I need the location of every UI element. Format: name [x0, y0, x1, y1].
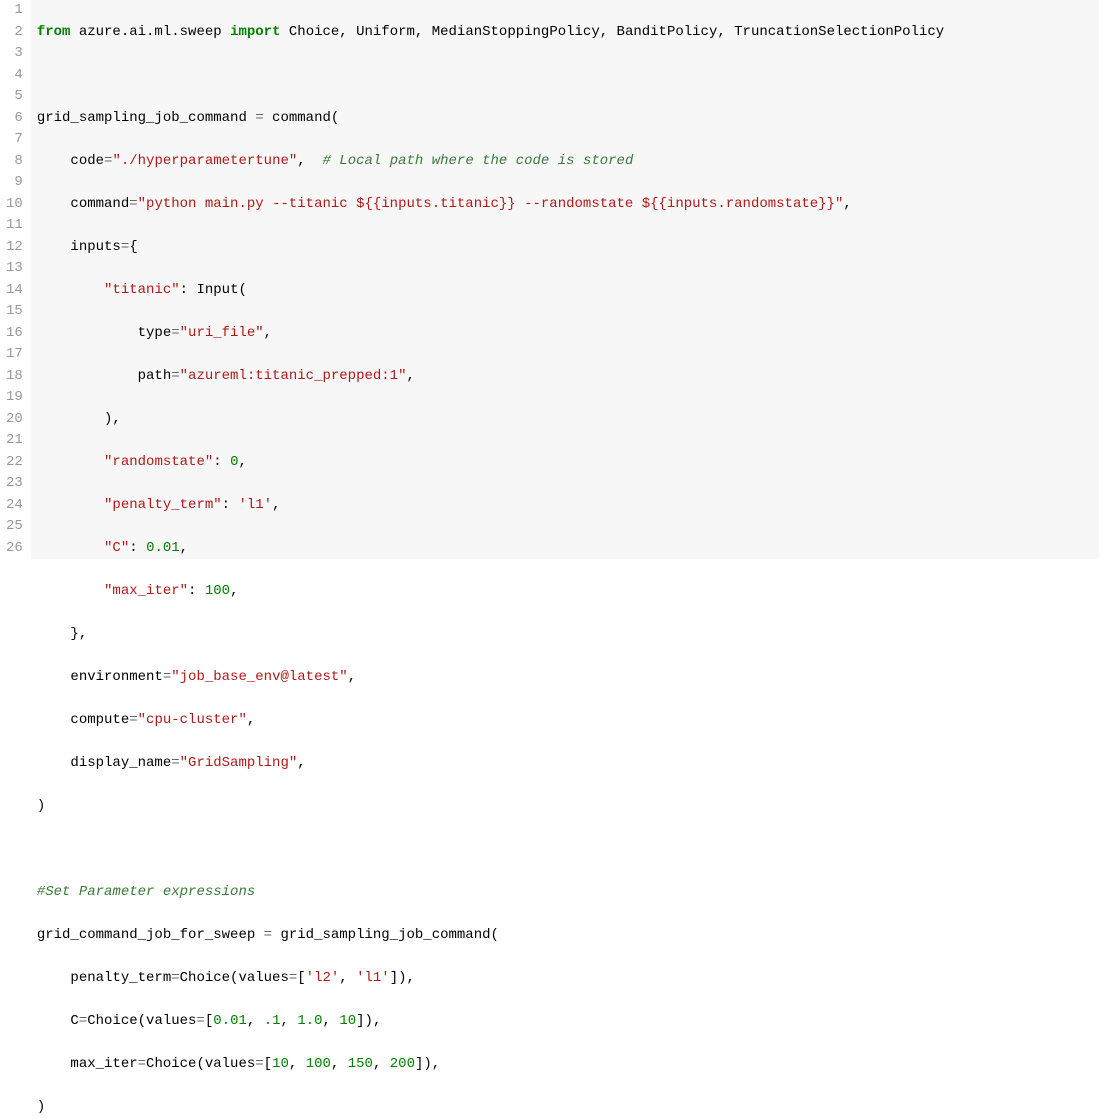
line-number: 22 [6, 452, 23, 474]
code-line[interactable]: "titanic": Input( [37, 280, 1099, 302]
code-line[interactable]: "C": 0.01, [37, 538, 1099, 560]
code-line[interactable]: command="python main.py --titanic ${{inp… [37, 194, 1099, 216]
line-number: 19 [6, 387, 23, 409]
code-line[interactable]: "randomstate": 0, [37, 452, 1099, 474]
code-line[interactable]: code="./hyperparametertune", # Local pat… [37, 151, 1099, 173]
line-number: 12 [6, 237, 23, 259]
line-number: 24 [6, 495, 23, 517]
code-content[interactable]: from azure.ai.ml.sweep import Choice, Un… [31, 0, 1099, 559]
code-line[interactable] [37, 65, 1099, 87]
line-number: 9 [6, 172, 23, 194]
line-number: 3 [6, 43, 23, 65]
line-number: 18 [6, 366, 23, 388]
code-line[interactable]: "max_iter": 100, [37, 581, 1099, 603]
line-number: 7 [6, 129, 23, 151]
line-number: 5 [6, 86, 23, 108]
code-line[interactable]: ), [37, 409, 1099, 431]
code-line[interactable]: penalty_term=Choice(values=['l2', 'l1'])… [37, 968, 1099, 990]
line-number: 1 [6, 0, 23, 22]
line-number: 21 [6, 430, 23, 452]
line-number-gutter: 1 2 3 4 5 6 7 8 9 10 11 12 13 14 15 16 1… [0, 0, 31, 559]
line-number: 14 [6, 280, 23, 302]
line-number: 23 [6, 473, 23, 495]
code-line[interactable]: compute="cpu-cluster", [37, 710, 1099, 732]
code-line[interactable]: grid_sampling_job_command = command( [37, 108, 1099, 130]
code-line[interactable]: "penalty_term": 'l1', [37, 495, 1099, 517]
line-number: 15 [6, 301, 23, 323]
code-line[interactable]: inputs={ [37, 237, 1099, 259]
line-number: 8 [6, 151, 23, 173]
line-number: 26 [6, 538, 23, 560]
code-line[interactable]: ) [37, 1097, 1099, 1118]
code-line[interactable]: type="uri_file", [37, 323, 1099, 345]
code-line[interactable]: }, [37, 624, 1099, 646]
code-line[interactable]: #Set Parameter expressions [37, 882, 1099, 904]
line-number: 17 [6, 344, 23, 366]
line-number: 13 [6, 258, 23, 280]
code-line[interactable]: from azure.ai.ml.sweep import Choice, Un… [37, 22, 1099, 44]
line-number: 10 [6, 194, 23, 216]
code-line[interactable]: grid_command_job_for_sweep = grid_sampli… [37, 925, 1099, 947]
code-line[interactable]: C=Choice(values=[0.01, .1, 1.0, 10]), [37, 1011, 1099, 1033]
code-editor[interactable]: 1 2 3 4 5 6 7 8 9 10 11 12 13 14 15 16 1… [0, 0, 1099, 559]
code-line[interactable] [37, 839, 1099, 861]
line-number: 4 [6, 65, 23, 87]
line-number: 25 [6, 516, 23, 538]
code-line[interactable]: path="azureml:titanic_prepped:1", [37, 366, 1099, 388]
line-number: 20 [6, 409, 23, 431]
code-line[interactable]: environment="job_base_env@latest", [37, 667, 1099, 689]
line-number: 6 [6, 108, 23, 130]
code-line[interactable]: max_iter=Choice(values=[10, 100, 150, 20… [37, 1054, 1099, 1076]
line-number: 11 [6, 215, 23, 237]
line-number: 16 [6, 323, 23, 345]
line-number: 2 [6, 22, 23, 44]
code-line[interactable]: display_name="GridSampling", [37, 753, 1099, 775]
code-line[interactable]: ) [37, 796, 1099, 818]
